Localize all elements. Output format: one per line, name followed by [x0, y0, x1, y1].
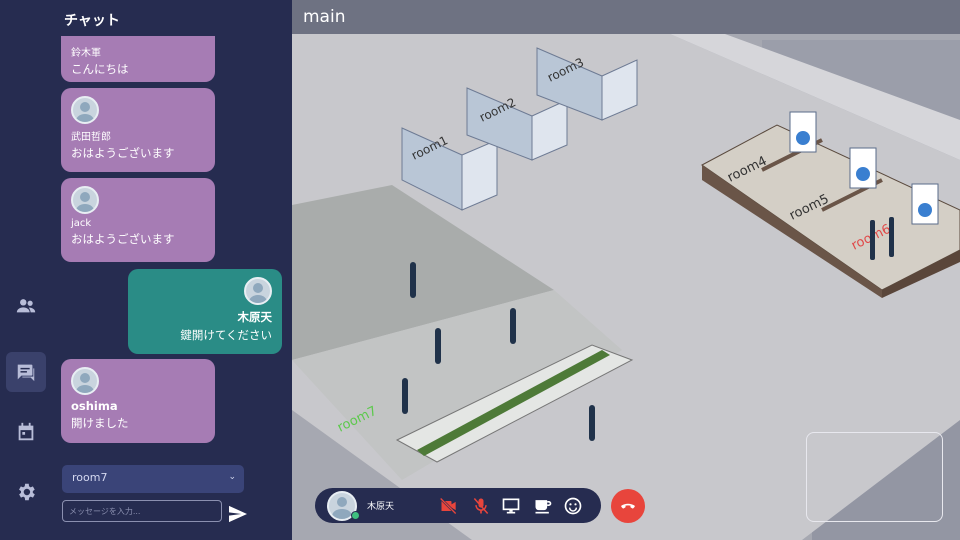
coffee-icon: [535, 500, 552, 514]
icon-rail: [0, 0, 52, 540]
calendar-button[interactable]: [6, 412, 46, 452]
hangup-button[interactable]: [611, 489, 645, 523]
room-select[interactable]: room7 ⌄: [62, 465, 244, 493]
call-user-name: 木原天: [367, 502, 395, 512]
emoji-button[interactable]: [563, 496, 583, 516]
app-root: チャット 鈴木軍 こんにちは 武田哲郎 おはようございます jack おはようご…: [0, 0, 960, 540]
message-text: おはようございます: [71, 232, 175, 246]
room-select-value: room7: [72, 471, 108, 484]
avatar: [244, 277, 272, 305]
calendar-icon: [18, 422, 34, 441]
message-text: こんにちは: [71, 62, 129, 76]
camera-toggle-button[interactable]: [439, 496, 459, 516]
chat-panel: チャット 鈴木軍 こんにちは 武田哲郎 おはようございます jack おはようご…: [52, 0, 292, 540]
main-title: main: [303, 7, 346, 27]
screen-share-icon: [502, 498, 520, 514]
message-sender: 木原天: [237, 310, 273, 324]
message-item-own: 木原天 鍵開けてください: [128, 269, 282, 354]
video-preview-frame: [806, 432, 943, 522]
screen-share-button[interactable]: [501, 496, 521, 516]
coffee-break-button[interactable]: [533, 496, 553, 516]
send-button[interactable]: [228, 505, 250, 525]
message-sender: jack: [71, 218, 92, 229]
mic-toggle-button[interactable]: [471, 496, 491, 516]
send-icon: [229, 505, 247, 523]
people-icon: [16, 299, 36, 313]
message-sender: 鈴木軍: [71, 48, 101, 59]
chat-icon: [17, 364, 35, 382]
hangup-icon: [621, 503, 635, 509]
settings-icon: [19, 483, 35, 501]
online-status-dot: [351, 511, 360, 520]
camera-off-icon: [439, 497, 457, 515]
call-bar: 木原天: [315, 488, 601, 523]
main-header: main: [292, 0, 960, 34]
avatar: [71, 186, 99, 214]
message-item: 武田哲郎 おはようございます: [61, 88, 215, 172]
chevron-down-icon: ⌄: [228, 472, 236, 482]
message-input[interactable]: [62, 500, 222, 522]
settings-button[interactable]: [6, 472, 46, 512]
message-text: 開けました: [71, 416, 129, 430]
emoji-icon: [564, 497, 582, 515]
message-text: 鍵開けてください: [180, 328, 272, 342]
mic-off-icon: [473, 498, 489, 514]
message-item: jack おはようございます: [61, 178, 215, 262]
chat-button[interactable]: [6, 352, 46, 392]
message-item: 鈴木軍 こんにちは: [61, 36, 215, 82]
avatar: [71, 367, 99, 395]
avatar: [71, 96, 99, 124]
message-list[interactable]: 鈴木軍 こんにちは 武田哲郎 おはようございます jack おはようございます …: [52, 36, 292, 454]
message-sender: oshima: [71, 399, 118, 413]
people-button[interactable]: [6, 286, 46, 326]
message-sender: 武田哲郎: [71, 132, 111, 143]
message-item: oshima 開けました: [61, 359, 215, 443]
message-text: おはようございます: [71, 146, 175, 160]
chat-title: チャット: [64, 13, 120, 29]
